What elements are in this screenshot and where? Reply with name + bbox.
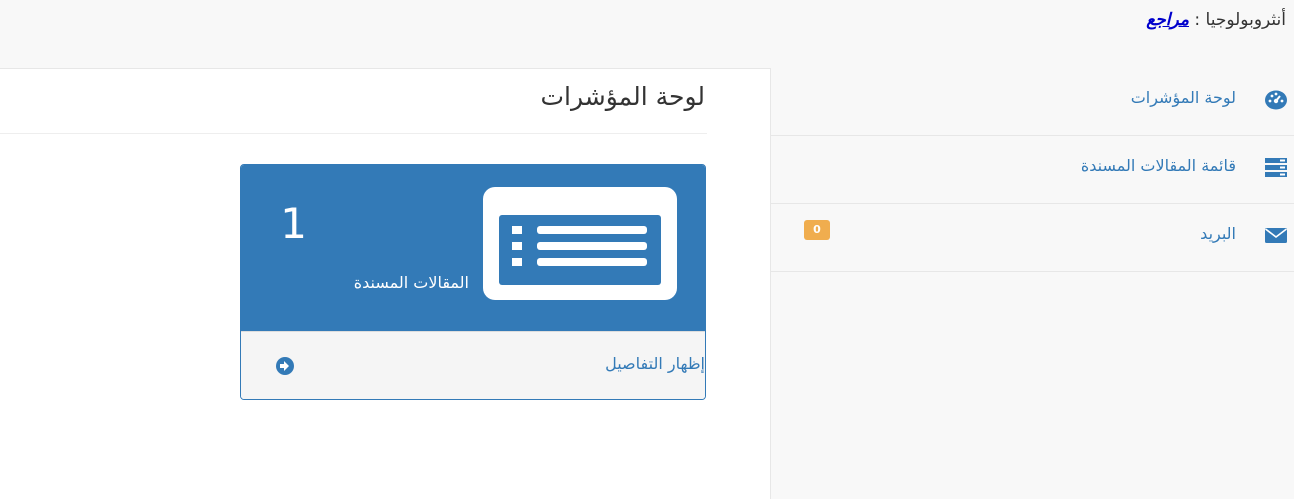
show-details-label: إظهار التفاصيل xyxy=(605,354,705,373)
sidebar-item-mail[interactable]: البريد 0 xyxy=(771,204,1294,272)
page: أنثروبولوجيا : مراجع لوحة المؤشرات قائمة… xyxy=(0,0,1294,499)
role-separator: : xyxy=(1194,10,1201,30)
title-divider xyxy=(0,133,707,134)
show-details-link[interactable]: إظهار التفاصيل xyxy=(241,331,705,399)
sidebar-item-assigned-articles[interactable]: قائمة المقالات المسندة xyxy=(771,136,1294,204)
list-tasks-icon xyxy=(1265,158,1287,177)
username: أنثروبولوجيا xyxy=(1205,10,1286,30)
sidebar-item-label: لوحة المؤشرات xyxy=(1130,88,1236,107)
assigned-count: 1 xyxy=(280,199,307,248)
panel-caption: المقالات المسندة xyxy=(353,273,469,292)
user-role-line: أنثروبولوجيا : مراجع xyxy=(1146,10,1286,30)
role-link[interactable]: مراجع xyxy=(1146,10,1189,30)
sidebar-item-label: البريد xyxy=(1200,224,1236,243)
dashboard-icon xyxy=(1265,90,1287,110)
panel-heading: 1 المقالات المسندة xyxy=(241,165,705,331)
arrow-circle-right-icon xyxy=(276,357,294,375)
sidebar: لوحة المؤشرات قائمة المقالات المسندة الب… xyxy=(770,68,1294,499)
top-navbar: أنثروبولوجيا : مراجع xyxy=(0,0,1294,69)
sidebar-item-label: قائمة المقالات المسندة xyxy=(1080,156,1236,175)
envelope-icon xyxy=(1265,228,1287,243)
mail-count-badge: 0 xyxy=(804,220,830,240)
assigned-articles-panel: 1 المقالات المسندة إظهار التفاصيل xyxy=(240,164,706,400)
page-title: لوحة المؤشرات xyxy=(540,82,706,111)
list-alt-icon xyxy=(483,187,677,300)
sidebar-item-dashboard[interactable]: لوحة المؤشرات xyxy=(771,68,1294,136)
